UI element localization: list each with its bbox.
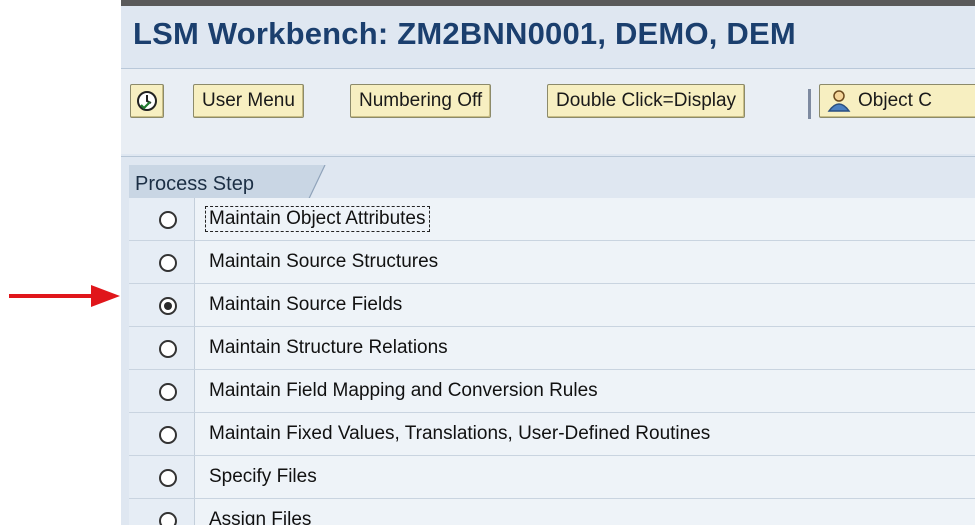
radio-cell (129, 198, 195, 240)
radio-cell (129, 284, 195, 326)
radio-button[interactable] (159, 340, 177, 358)
table-header: Process Step (121, 156, 975, 207)
list-item[interactable]: Specify Files (129, 456, 975, 499)
clock-check-icon (136, 91, 158, 117)
window-top-border (121, 0, 975, 6)
numbering-off-button[interactable]: Numbering Off (350, 84, 492, 118)
user-menu-button[interactable]: User Menu (193, 84, 304, 118)
radio-cell (129, 413, 195, 455)
column-header-process-step[interactable]: Process Step (135, 173, 254, 196)
radio-button[interactable] (159, 512, 177, 525)
object-overview-button[interactable]: Object C (819, 84, 975, 118)
double-click-display-button[interactable]: Double Click=Display (547, 84, 746, 118)
annotation-arrow (9, 285, 120, 307)
toolbar-spacer (121, 124, 975, 154)
page-title: LSM Workbench: ZM2BNN0001, DEMO, DEM (133, 16, 796, 51)
radio-cell (129, 370, 195, 412)
radio-button[interactable] (159, 383, 177, 401)
clock-check-button[interactable] (130, 84, 164, 118)
list-item[interactable]: Maintain Fixed Values, Translations, Use… (129, 413, 975, 456)
list-item-label[interactable]: Maintain Object Attributes (205, 206, 430, 232)
list-item-label[interactable]: Maintain Structure Relations (207, 337, 450, 359)
list-item-label[interactable]: Maintain Source Structures (207, 251, 440, 273)
process-step-list: Maintain Object Attributes Maintain Sour… (129, 198, 975, 525)
list-item-label[interactable]: Specify Files (207, 466, 319, 488)
radio-cell (129, 327, 195, 369)
object-overview-label: Object C (858, 90, 932, 111)
application-toolbar: User Menu Numbering Off Double Click=Dis… (121, 68, 975, 125)
radio-button[interactable] (159, 254, 177, 272)
list-item-label[interactable]: Maintain Field Mapping and Conversion Ru… (207, 380, 600, 402)
list-item[interactable]: Assign Files (129, 499, 975, 525)
list-item[interactable]: Maintain Source Fields (129, 284, 975, 327)
sap-window: LSM Workbench: ZM2BNN0001, DEMO, DEM Use… (121, 0, 975, 525)
list-item-label[interactable]: Maintain Source Fields (207, 294, 404, 316)
radio-button[interactable] (159, 426, 177, 444)
radio-cell (129, 241, 195, 283)
object-overview-icon (826, 89, 852, 124)
radio-button-selected[interactable] (159, 297, 177, 315)
list-item[interactable]: Maintain Field Mapping and Conversion Ru… (129, 370, 975, 413)
radio-button[interactable] (159, 469, 177, 487)
list-item[interactable]: Maintain Object Attributes (129, 198, 975, 241)
radio-button[interactable] (159, 211, 177, 229)
radio-cell (129, 499, 195, 525)
list-item[interactable]: Maintain Source Structures (129, 241, 975, 284)
toolbar-separator (808, 89, 811, 119)
list-item[interactable]: Maintain Structure Relations (129, 327, 975, 370)
radio-cell (129, 456, 195, 498)
list-item-label[interactable]: Assign Files (207, 509, 313, 525)
list-item-label[interactable]: Maintain Fixed Values, Translations, Use… (207, 423, 712, 445)
